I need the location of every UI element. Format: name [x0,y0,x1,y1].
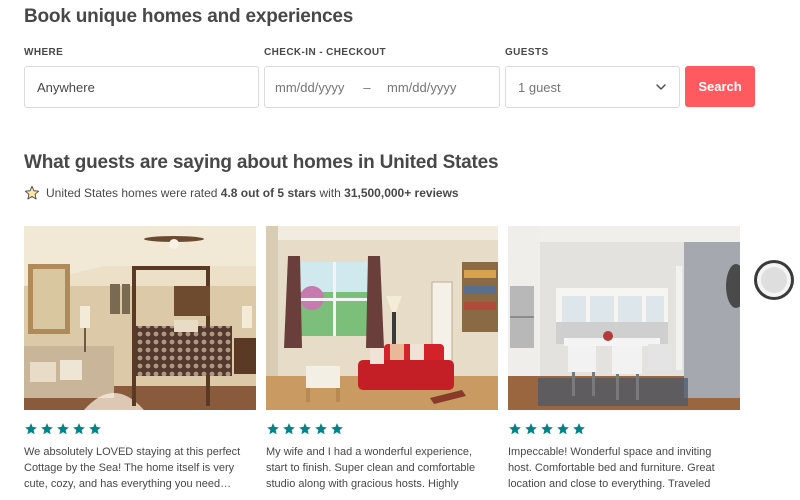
rating-prefix: United States homes were rated [46,186,221,200]
rating-summary: United States homes were rated 4.8 out o… [24,185,459,201]
star-icon [541,423,553,435]
star-icon [283,423,295,435]
star-icon [331,423,343,435]
where-input[interactable] [25,67,258,107]
checkout-input[interactable] [377,67,469,107]
dates-label: CHECK-IN - CHECKOUT [264,47,387,58]
star-icon [315,423,327,435]
review-count: 31,500,000+ reviews [344,186,459,200]
reviews-section-title: What guests are saying about homes in Un… [24,152,499,173]
next-card-photo-edge [754,260,794,300]
star-icon [299,423,311,435]
review-text: We absolutely LOVED staying at this perf… [24,446,241,490]
bedroom-photo[interactable] [24,226,256,410]
chevron-down-icon [656,84,666,90]
where-label: WHERE [24,47,64,58]
guests-label: GUESTS [505,47,549,58]
star-icon [267,423,279,435]
star-icon [557,423,569,435]
review-card[interactable]: Impeccable! Wonderful space and inviting… [508,226,740,492]
star-icon [41,423,53,435]
star-icon [57,423,69,435]
star-rating [24,422,256,436]
date-separator: – [363,79,371,95]
star-outline-icon [24,185,40,200]
rating-middle: with [316,186,345,200]
rating-value: 4.8 out of 5 stars [220,186,317,200]
star-icon [89,423,101,435]
kitchen-dining-photo[interactable] [508,226,740,410]
star-icon [73,423,85,435]
search-button[interactable]: Search [685,66,755,107]
checkin-input[interactable] [265,67,357,107]
review-card[interactable]: My wife and I had a wonderful experience… [266,226,498,492]
guests-select[interactable]: 1 guest [505,66,680,108]
star-icon [25,423,37,435]
star-rating [508,422,740,436]
page-title: Book unique homes and experiences [24,6,354,27]
star-icon [525,423,537,435]
review-text: My wife and I had a wonderful experience… [266,446,476,490]
star-icon [509,423,521,435]
star-rating [266,422,498,436]
guests-value: 1 guest [518,79,561,95]
where-field[interactable] [24,66,259,108]
review-card[interactable]: We absolutely LOVED staying at this perf… [24,226,256,492]
star-icon [573,423,585,435]
living-room-photo[interactable] [266,226,498,410]
review-text: Impeccable! Wonderful space and inviting… [508,446,715,490]
date-range-field[interactable]: – [264,66,500,108]
